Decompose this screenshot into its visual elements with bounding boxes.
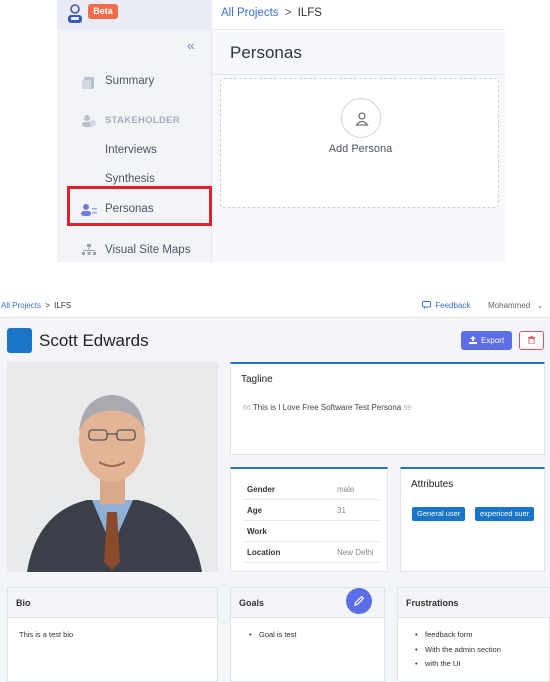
breadcrumb-all-projects[interactable]: All Projects bbox=[221, 7, 279, 19]
detail-label: Gender bbox=[247, 485, 276, 494]
persona-detail-screen: All Projects > ILFS Feedback Mohammed ⌄ … bbox=[0, 296, 550, 682]
tagline-title: Tagline bbox=[241, 374, 273, 385]
export-label: Export bbox=[481, 336, 505, 345]
breadcrumb-current: ILFS bbox=[54, 301, 72, 310]
persona-name[interactable]: Scott Edwards bbox=[39, 331, 149, 351]
breadcrumb-current: ILFS bbox=[297, 7, 322, 19]
breadcrumb-separator: > bbox=[284, 7, 292, 19]
breadcrumb-separator: > bbox=[45, 301, 50, 310]
delete-button[interactable] bbox=[519, 331, 544, 350]
goal-item[interactable]: Goal is test bbox=[249, 630, 296, 639]
detail-label: Location bbox=[247, 548, 281, 557]
sitemap-icon bbox=[82, 244, 96, 255]
app-logo-icon[interactable] bbox=[66, 4, 84, 24]
detail-value[interactable]: New Delhi bbox=[337, 548, 373, 557]
stakeholder-icon bbox=[82, 115, 96, 127]
sidebar-section-stakeholder[interactable]: STAKEHOLDER bbox=[57, 115, 212, 129]
sidebar-item-label: Visual Site Maps bbox=[105, 244, 191, 256]
detail-row-age: Age 31 bbox=[243, 500, 380, 521]
sidebar-item-label: Interviews bbox=[105, 144, 157, 156]
divider bbox=[212, 74, 505, 75]
highlight-box bbox=[67, 186, 212, 226]
feedback-link[interactable]: Feedback bbox=[422, 301, 470, 310]
detail-row-work: Work bbox=[243, 521, 380, 542]
frustration-item[interactable]: With the admin section bbox=[415, 645, 501, 654]
persona-portrait-image bbox=[7, 362, 218, 572]
chevron-down-icon: ⌄ bbox=[536, 301, 544, 310]
sidebar-section-label: STAKEHOLDER bbox=[105, 115, 180, 126]
sidebar-item-label: Synthesis bbox=[105, 173, 155, 185]
frustration-item[interactable]: with the UI bbox=[415, 659, 461, 668]
frustrations-card: Frustrations feedback form With the admi… bbox=[397, 587, 550, 682]
attributes-card: Attributes General user expericed suer bbox=[400, 467, 545, 572]
sidebar-item-interviews[interactable]: Interviews bbox=[57, 144, 212, 160]
frustration-item[interactable]: feedback form bbox=[415, 630, 472, 639]
bio-text[interactable]: This is a test bio bbox=[19, 630, 73, 639]
tagline-text-row: 66 This is I Love Free Software Test Per… bbox=[243, 403, 411, 412]
breadcrumb: All Projects > ILFS bbox=[221, 7, 322, 19]
user-name: Mohammed bbox=[488, 301, 531, 310]
top-header: All Projects > ILFS Feedback Mohammed ⌄ bbox=[0, 296, 550, 318]
breadcrumb: All Projects > ILFS bbox=[1, 301, 71, 310]
persona-avatar bbox=[7, 328, 32, 353]
add-persona-card[interactable]: Add Persona bbox=[220, 78, 499, 208]
add-persona-icon-circle[interactable] bbox=[341, 98, 381, 138]
add-persona-label: Add Persona bbox=[328, 143, 393, 155]
top-header: All Projects > ILFS bbox=[212, 0, 505, 30]
edit-button[interactable] bbox=[346, 588, 372, 614]
pencil-icon bbox=[354, 595, 365, 606]
user-menu[interactable]: Mohammed ⌄ bbox=[488, 301, 543, 310]
frustrations-title: Frustrations bbox=[406, 598, 459, 608]
main-content: Personas Add Persona bbox=[212, 31, 505, 262]
bio-header: Bio bbox=[8, 588, 217, 618]
persona-photo bbox=[7, 362, 218, 572]
detail-row-location: Location New Delhi bbox=[243, 542, 380, 563]
sidebar-item-summary[interactable]: Summary bbox=[57, 75, 212, 93]
details-card: Gender male Age 31 Work Location New Del… bbox=[230, 467, 388, 572]
attribute-chip[interactable]: General user bbox=[412, 507, 466, 521]
detail-label: Age bbox=[247, 506, 263, 515]
feedback-label: Feedback bbox=[435, 301, 471, 310]
trash-icon bbox=[528, 336, 535, 345]
export-icon bbox=[468, 336, 477, 344]
frustrations-header: Frustrations bbox=[398, 588, 550, 618]
page-title: Personas bbox=[230, 43, 302, 62]
bio-card: Bio This is a test bio bbox=[7, 587, 218, 682]
close-quote-icon: 99 bbox=[403, 405, 412, 412]
detail-value[interactable]: male bbox=[337, 485, 354, 494]
breadcrumb-all-projects[interactable]: All Projects bbox=[1, 301, 41, 310]
goals-title: Goals bbox=[239, 598, 265, 608]
open-quote-icon: 66 bbox=[243, 405, 251, 412]
person-icon bbox=[355, 112, 369, 126]
beta-badge: Beta bbox=[88, 4, 118, 19]
tagline-text[interactable]: This is I Love Free Software Test Person… bbox=[253, 403, 401, 412]
export-button[interactable]: Export bbox=[461, 331, 512, 350]
logo-bar: Beta bbox=[57, 0, 212, 30]
detail-label: Work bbox=[247, 527, 267, 536]
collapse-sidebar-icon[interactable]: « bbox=[187, 37, 195, 53]
detail-value[interactable]: 31 bbox=[337, 506, 346, 515]
detail-row-gender: Gender male bbox=[243, 479, 380, 500]
attribute-chip[interactable]: expericed suer bbox=[475, 507, 535, 521]
summary-icon bbox=[82, 77, 94, 89]
sidebar-item-label: Summary bbox=[105, 75, 155, 87]
personas-list-screen: Beta « Summary STAKEHOLDER Interviews Sy… bbox=[57, 0, 505, 262]
bio-title: Bio bbox=[16, 598, 31, 608]
feedback-icon bbox=[422, 301, 431, 309]
tagline-card: Tagline 66 This is I Love Free Software … bbox=[230, 362, 545, 455]
sidebar-item-visual-site-maps[interactable]: Visual Site Maps bbox=[57, 244, 212, 260]
attributes-title: Attributes bbox=[411, 479, 454, 490]
